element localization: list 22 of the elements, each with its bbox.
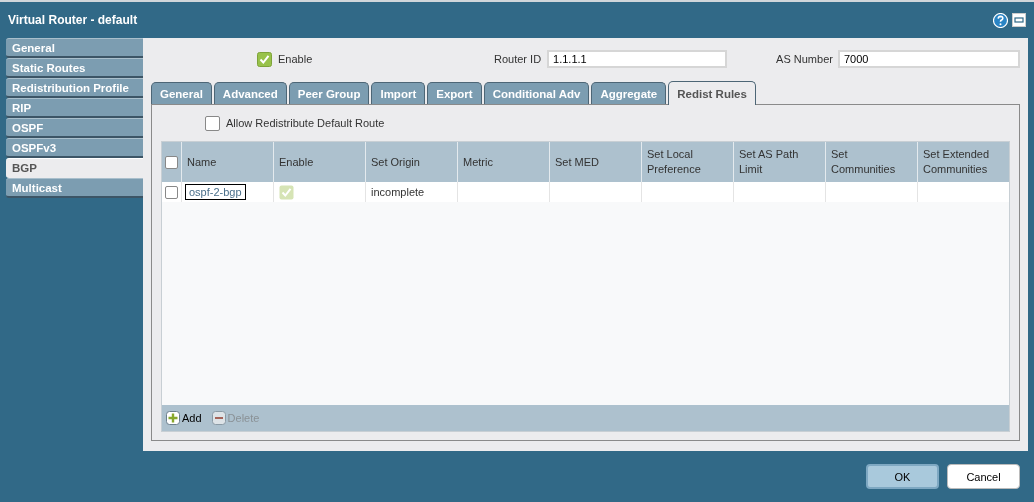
enable-label: Enable (278, 53, 313, 65)
add-button[interactable]: Add (166, 411, 202, 425)
rule-name-link[interactable]: ospf-2-bgp (185, 184, 246, 200)
enable-checkbox[interactable] (257, 51, 272, 67)
ok-button[interactable]: OK (866, 464, 939, 489)
table-cell: incomplete (371, 186, 425, 198)
row-checkbox[interactable] (165, 185, 178, 199)
sidebar-item[interactable]: BGP (6, 158, 143, 178)
allow-default-route-label: Allow Redistribute Default Route (226, 117, 385, 129)
allow-default-route-checkbox[interactable] (205, 115, 220, 131)
tab[interactable]: Redist Rules (668, 81, 756, 105)
as-number-field[interactable]: 7000 (837, 50, 1020, 68)
as-number-label: AS Number (776, 53, 833, 65)
plus-icon (166, 411, 180, 425)
router-id-label: Router ID (494, 53, 542, 65)
router-id-field[interactable]: 1.1.1.1 (547, 50, 728, 68)
window-title: Virtual Router - default (8, 13, 139, 27)
help-icon[interactable] (993, 12, 1008, 28)
minus-icon (211, 411, 226, 425)
select-all-checkbox[interactable] (165, 155, 178, 169)
cancel-button[interactable]: Cancel (947, 464, 1020, 489)
minimize-icon[interactable] (1012, 13, 1026, 27)
